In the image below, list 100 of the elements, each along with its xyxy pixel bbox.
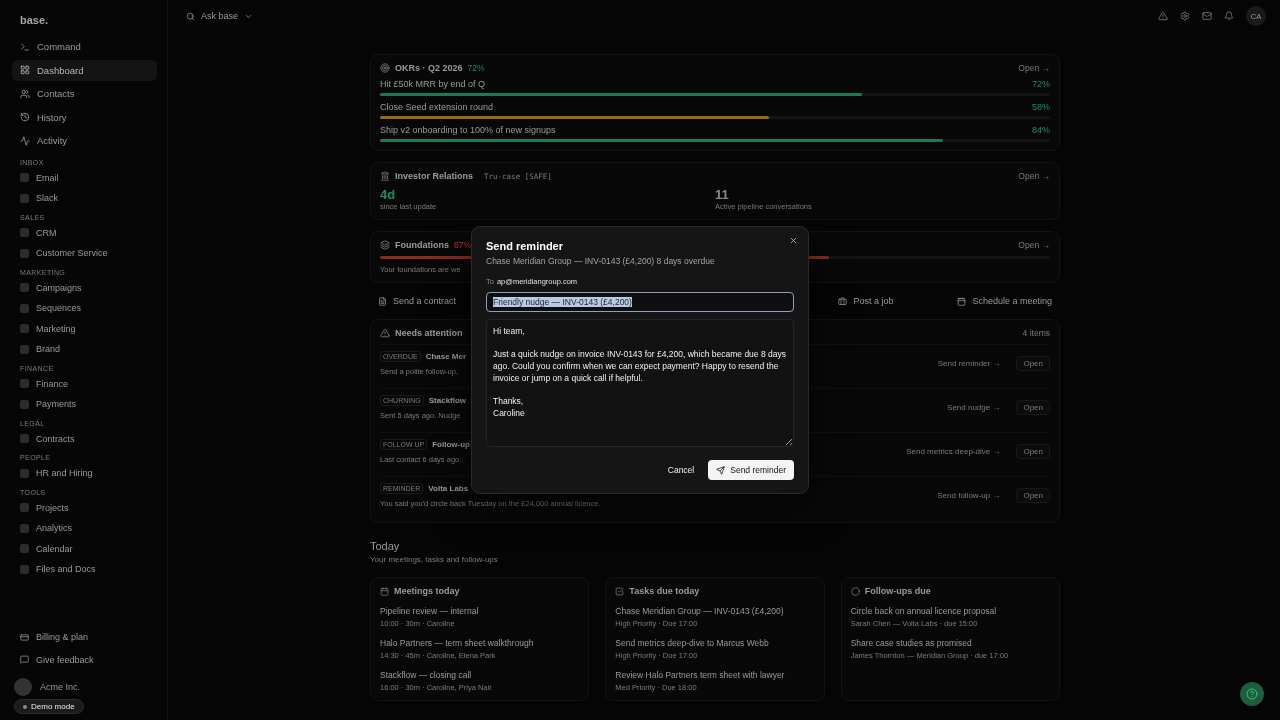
- square-icon: [20, 173, 29, 183]
- sidebar-item[interactable]: CRM: [12, 222, 157, 243]
- stat-value: 4d: [380, 187, 396, 202]
- entry-title[interactable]: Chase Meridian Group — INV-0143 (£4,200): [615, 606, 784, 616]
- workspace-avatar: [14, 678, 32, 696]
- send-icon: [716, 465, 726, 475]
- open-button[interactable]: Open: [1016, 400, 1050, 415]
- item-title: Follow-up: [432, 440, 470, 449]
- percent-label: 72%: [467, 63, 485, 73]
- layers-icon: [380, 240, 390, 250]
- action-link[interactable]: Send reminder →: [937, 359, 1001, 368]
- card-title: Foundations: [395, 240, 449, 250]
- dialog-subtitle: Chase Meridian Group — INV-0143 (£4,200) 8 days overdue: [486, 256, 715, 266]
- nav-item[interactable]: Activity: [12, 130, 157, 151]
- entry-title[interactable]: Pipeline review — internal: [380, 606, 479, 616]
- item-title: Chase Mer: [425, 352, 467, 361]
- nav-item[interactable]: Contacts: [12, 83, 157, 104]
- action-link[interactable]: Send metrics deep-dive →: [906, 447, 1001, 456]
- quick-action[interactable]: Send a contract: [378, 296, 457, 306]
- okr-label: Ship v2 onboarding to 100% of new signups: [380, 125, 556, 135]
- message-field[interactable]: Hi team, Just a quick nudge on invoice INV-0143 for £4,200, which became due 8 days ago. Could you confirm when we can expect payment? Happy to resend the invoice or jump on a quick call if helpful. Thanks, Caroline: [486, 319, 794, 447]
- entry-title[interactable]: Share case studies as promised: [850, 638, 972, 648]
- sidebar-item[interactable]: Campaigns: [12, 277, 157, 298]
- okr-reading: 84%: [1032, 125, 1050, 135]
- nav-item[interactable]: Dashboard: [12, 59, 157, 81]
- sidebar-item[interactable]: Projects: [12, 497, 157, 518]
- entry-title[interactable]: Circle back on annual licence proposal: [850, 606, 997, 616]
- okr-reading: 58%: [1032, 102, 1050, 112]
- settings-icon[interactable]: [1180, 11, 1190, 21]
- close-button[interactable]: [789, 236, 798, 245]
- checkbox-icon: [615, 586, 625, 596]
- square-icon: [20, 468, 29, 478]
- warning-icon[interactable]: [1158, 11, 1168, 21]
- quick-action[interactable]: Schedule a meeting: [957, 296, 1052, 306]
- open-button[interactable]: Open: [1016, 356, 1050, 371]
- logo: base.: [20, 14, 50, 26]
- square-icon: [20, 283, 29, 293]
- sidebar-item[interactable]: Calendar: [12, 538, 157, 559]
- card-title: Investor Relations: [395, 171, 474, 181]
- subject-field[interactable]: Friendly nudge — INV-0143 (£4,200): [486, 292, 794, 312]
- sidebar-item[interactable]: Customer Service: [12, 243, 157, 264]
- help-icon: [1246, 687, 1258, 701]
- entry-title[interactable]: Send metrics deep-dive to Marcus Webb: [615, 638, 769, 648]
- nav-item[interactable]: History: [12, 106, 157, 128]
- quick-action[interactable]: Post a job: [838, 296, 894, 306]
- square-icon: [20, 434, 29, 444]
- square-icon: [20, 324, 29, 334]
- workspace-name[interactable]: Acme Inc.: [40, 682, 80, 692]
- calendar-icon: [380, 586, 389, 596]
- sidebar-item[interactable]: Analytics: [12, 518, 157, 539]
- help-button[interactable]: [1240, 682, 1264, 706]
- square-icon: [20, 344, 29, 354]
- sidebar-item[interactable]: Finance: [12, 373, 157, 394]
- bell-icon[interactable]: [1224, 11, 1234, 21]
- square-icon: [20, 564, 29, 574]
- cancel-button[interactable]: Cancel: [661, 460, 701, 480]
- entry-title[interactable]: Halo Partners — term sheet walkthrough: [380, 638, 534, 648]
- square-icon: [20, 228, 29, 238]
- sidebar-item[interactable]: Brand: [12, 339, 157, 360]
- square-icon: [20, 399, 29, 409]
- square-icon: [20, 248, 29, 258]
- okr-label: Hit £50k MRR by end of Q: [380, 79, 486, 89]
- entry-title[interactable]: Stackflow — closing call: [380, 670, 472, 680]
- open-button[interactable]: Open: [1016, 444, 1050, 459]
- entry-title[interactable]: Review Halo Partners term sheet with lawyer: [615, 670, 785, 680]
- nav-icon: [20, 88, 30, 99]
- square-icon: [20, 379, 29, 389]
- nav-icon: [20, 41, 30, 52]
- sidebar-link[interactable]: Billing & plan: [12, 627, 157, 648]
- sidebar-item[interactable]: Sequences: [12, 298, 157, 319]
- sidebar-link[interactable]: Give feedback: [12, 649, 157, 670]
- stat-value: 11: [715, 187, 729, 202]
- demo-badge: Demo mode: [14, 699, 84, 714]
- sidebar-item[interactable]: Contracts: [12, 428, 157, 449]
- square-icon: [20, 523, 29, 533]
- sidebar-item[interactable]: HR and Hiring: [12, 463, 157, 484]
- card-title: Needs attention: [395, 328, 463, 338]
- action-link[interactable]: Send nudge →: [947, 403, 1001, 412]
- sidebar-item[interactable]: Files and Docs: [12, 559, 157, 580]
- search-field[interactable]: Ask base: [186, 11, 254, 21]
- card-title: Meetings today: [394, 586, 460, 596]
- chat-icon: [20, 655, 29, 665]
- sidebar-item[interactable]: Marketing: [12, 318, 157, 339]
- nav-item[interactable]: Command: [12, 36, 157, 57]
- open-link[interactable]: Open →: [1018, 171, 1050, 181]
- open-button[interactable]: Open: [1016, 488, 1050, 503]
- bank-icon: [380, 171, 390, 181]
- search-icon: [186, 11, 195, 21]
- item-count: 4 items: [1022, 328, 1050, 338]
- okr-reading: 72%: [1032, 79, 1050, 89]
- mail-icon[interactable]: [1202, 11, 1212, 21]
- section-title: Today: [370, 540, 400, 552]
- sidebar-item[interactable]: Payments: [12, 394, 157, 415]
- sidebar-item[interactable]: Email: [12, 167, 157, 188]
- card-title: Follow-ups due: [864, 586, 931, 596]
- open-link[interactable]: Open →: [1018, 240, 1050, 250]
- open-link[interactable]: Open →: [1018, 63, 1050, 73]
- sidebar-item[interactable]: Slack: [12, 188, 157, 209]
- send-button[interactable]: Send reminder: [708, 460, 794, 480]
- action-link[interactable]: Send follow-up →: [937, 491, 1001, 500]
